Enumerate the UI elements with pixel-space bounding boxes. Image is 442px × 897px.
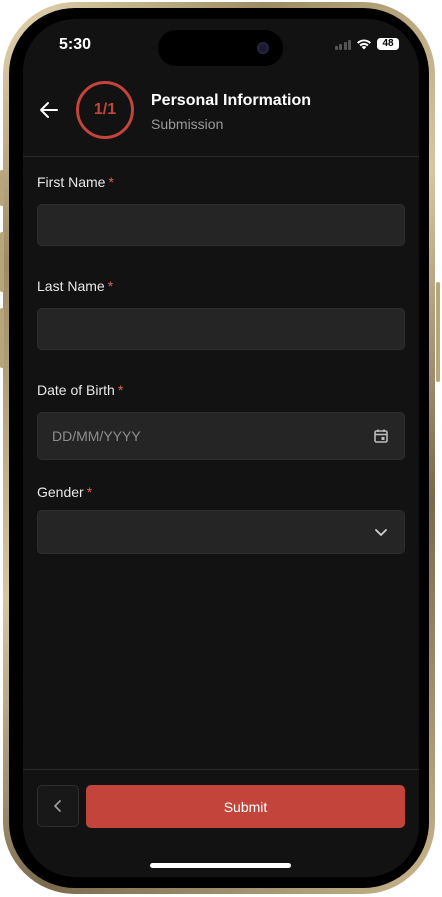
required-marker: * bbox=[117, 382, 124, 398]
submit-button[interactable]: Submit bbox=[86, 785, 405, 828]
required-marker: * bbox=[86, 484, 93, 500]
first-name-group: First Name * bbox=[37, 172, 405, 246]
home-indicator[interactable] bbox=[150, 863, 291, 868]
camera-icon bbox=[257, 42, 269, 54]
first-name-label-text: First Name bbox=[37, 174, 106, 190]
previous-button[interactable] bbox=[37, 785, 79, 827]
battery-icon: 48 bbox=[377, 38, 399, 50]
volume-up-button bbox=[0, 232, 4, 292]
last-name-label: Last Name * bbox=[37, 276, 405, 296]
step-progress-ring: 1/1 bbox=[76, 81, 134, 139]
status-bar: 5:30 48 bbox=[23, 19, 419, 73]
form-footer: Submit bbox=[23, 769, 419, 877]
last-name-label-text: Last Name bbox=[37, 278, 105, 294]
volume-down-button bbox=[0, 308, 4, 368]
signal-bars-icon bbox=[334, 39, 351, 50]
step-counter: 1/1 bbox=[93, 101, 117, 118]
arrow-left-icon bbox=[40, 102, 58, 118]
gender-group: Gender * bbox=[37, 482, 405, 554]
personal-info-form: First Name * Last Name * Date of Birth * DD… bbox=[37, 172, 405, 554]
date-of-birth-group: Date of Birth * DD/MM/YYYY bbox=[37, 380, 405, 460]
app-screen: 5:30 48 1/1 Personal Information Submiss… bbox=[23, 19, 419, 877]
action-button bbox=[0, 170, 4, 206]
gender-label-text: Gender bbox=[37, 484, 84, 500]
last-name-field[interactable] bbox=[37, 308, 405, 350]
power-button bbox=[436, 282, 440, 382]
wifi-icon bbox=[357, 39, 371, 50]
chevron-down-icon[interactable] bbox=[372, 523, 390, 541]
date-of-birth-placeholder: DD/MM/YYYY bbox=[52, 428, 141, 444]
required-marker: * bbox=[108, 174, 114, 190]
last-name-group: Last Name * bbox=[37, 276, 405, 350]
status-icons: 48 bbox=[334, 38, 399, 50]
required-marker: * bbox=[107, 278, 114, 294]
page-header: 1/1 Personal Information Submission bbox=[23, 73, 419, 157]
calendar-icon[interactable] bbox=[372, 427, 390, 445]
gender-select[interactable] bbox=[37, 510, 405, 554]
dynamic-island bbox=[158, 30, 283, 66]
first-name-field[interactable] bbox=[37, 204, 405, 246]
date-of-birth-field[interactable]: DD/MM/YYYY bbox=[37, 412, 405, 460]
back-button[interactable] bbox=[35, 96, 63, 124]
date-of-birth-label-text: Date of Birth bbox=[37, 382, 115, 398]
date-of-birth-label: Date of Birth * bbox=[37, 380, 405, 400]
page-title: Personal Information bbox=[151, 92, 312, 109]
chevron-left-icon bbox=[54, 800, 61, 812]
first-name-label: First Name * bbox=[37, 172, 405, 192]
page-subtitle: Submission bbox=[151, 116, 224, 132]
gender-label: Gender * bbox=[37, 482, 405, 502]
status-time: 5:30 bbox=[59, 36, 92, 53]
